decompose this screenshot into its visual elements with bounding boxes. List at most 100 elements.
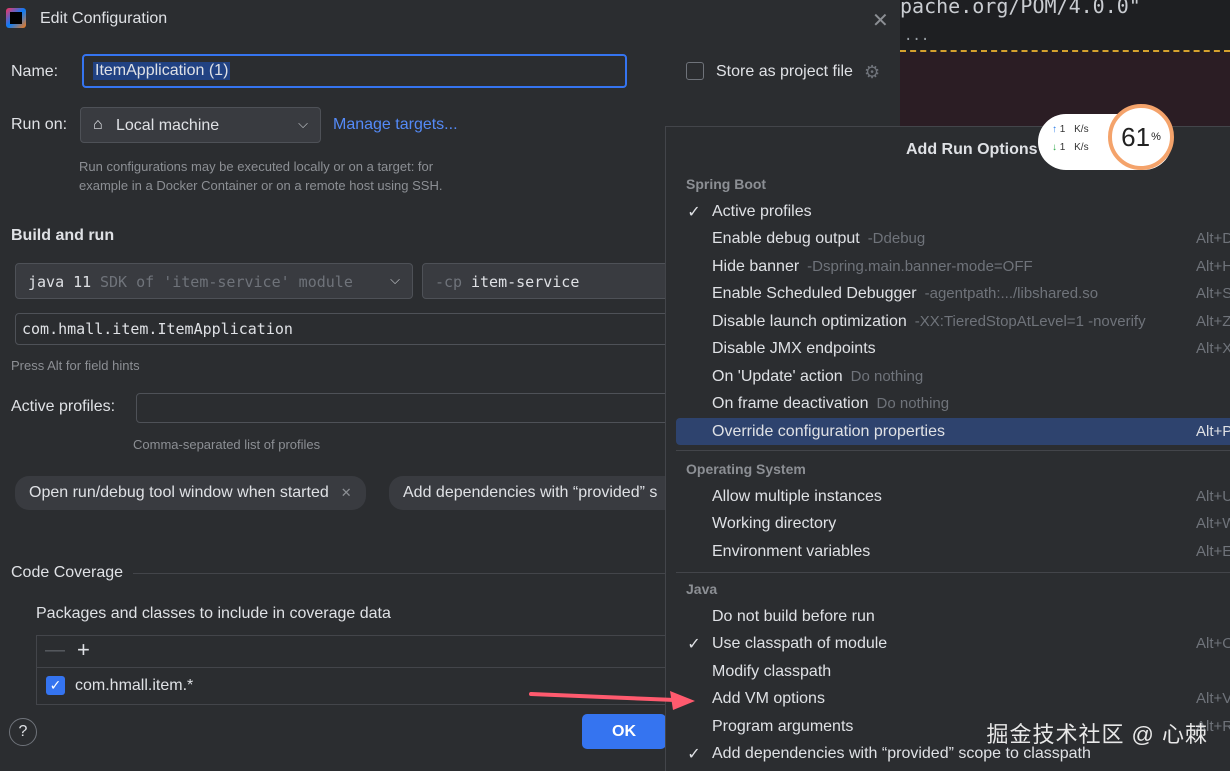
jdk-select[interactable]: java 11 SDK of 'item-service' module ⌵ <box>15 263 413 299</box>
run-option-item[interactable]: ✓ Active profiles <box>676 198 1230 225</box>
run-option-label: Disable JMX endpoints <box>712 339 876 357</box>
packages-label: Packages and classes to include in cover… <box>36 605 391 622</box>
run-option-label: Override configuration properties <box>712 422 946 440</box>
run-option-item[interactable]: Override configuration properties Alt+P <box>676 418 1230 445</box>
run-option-hint: Do nothing <box>876 395 950 412</box>
run-option-item[interactable]: Disable launch optimization -XX:TieredSto… <box>676 308 1230 335</box>
run-option-hint: -XX:TieredStopAtLevel=1 -noverify <box>914 313 1146 330</box>
name-label: Name: <box>11 63 59 80</box>
run-option-shortcut: Alt+X <box>1196 340 1230 357</box>
close-icon[interactable]: ✕ <box>341 485 352 501</box>
manage-targets-link[interactable]: Manage targets... <box>333 116 458 134</box>
run-on-hint-2: example in a Docker Container or on a re… <box>79 178 443 193</box>
editor-code-line: pache.org/POM/4.0.0" <box>900 0 1141 18</box>
run-option-item[interactable]: Add VM options Alt+V <box>676 685 1230 712</box>
network-speed-widget: ↑ 1 K/s ↓ 1 K/s 61% <box>1038 104 1174 170</box>
main-class-value: com.hmall.item.ItemApplication <box>22 320 293 338</box>
run-option-label: On frame deactivation <box>712 394 869 412</box>
run-option-shortcut: Alt+H <box>1196 258 1230 275</box>
run-option-item[interactable]: ✓ Use classpath of module Alt+O <box>676 630 1230 657</box>
download-unit: K/s <box>1074 142 1089 153</box>
chip-add-dependencies[interactable]: Add dependencies with “provided” s <box>389 476 689 510</box>
run-option-hint: Do nothing <box>850 368 924 385</box>
field-hints-text: Press Alt for field hints <box>11 358 140 373</box>
run-option-item[interactable]: Allow multiple instances Alt+U <box>676 483 1230 510</box>
chip-add-dependencies-label: Add dependencies with “provided” s <box>403 484 658 501</box>
run-option-hint: -agentpath:.../libshared.so <box>924 285 1099 302</box>
classpath-value: item-service <box>471 273 580 291</box>
plus-icon[interactable]: + <box>77 637 90 663</box>
upload-speed: 1 <box>1059 124 1066 135</box>
run-option-label: Working directory <box>712 514 837 532</box>
run-on-label: Run on: <box>11 116 68 133</box>
run-on-value: Local machine <box>116 117 220 134</box>
gear-icon[interactable]: ⚙ <box>864 62 880 83</box>
run-option-label: Disable launch optimization <box>712 312 907 330</box>
add-run-options-popup: Add Run Options Spring Boot Operating Sy… <box>665 126 1230 771</box>
packages-toolbar-divider <box>37 667 687 668</box>
run-option-item[interactable]: Disable JMX endpoints Alt+X <box>676 335 1230 362</box>
run-option-item[interactable]: Environment variables Alt+E <box>676 538 1230 565</box>
store-as-project-checkbox[interactable] <box>686 62 704 80</box>
package-checkbox[interactable]: ✓ <box>46 676 65 695</box>
chevron-down-icon: ⌵ <box>390 272 400 287</box>
run-option-shortcut: Alt+Z <box>1196 313 1230 330</box>
download-speed: 1 <box>1059 142 1066 153</box>
active-profiles-hint: Comma-separated list of profiles <box>133 437 321 452</box>
run-option-item[interactable]: Hide banner -Dspring.main.banner-mode=OFF… <box>676 253 1230 280</box>
run-option-shortcut: Alt+E <box>1196 543 1230 560</box>
upload-arrow-icon: ↑ <box>1052 124 1057 135</box>
group-operating-system: Operating System <box>686 461 806 477</box>
download-arrow-icon: ↓ <box>1052 142 1057 153</box>
run-option-item[interactable]: Working directory Alt+W <box>676 510 1230 537</box>
run-option-item[interactable]: Do not build before run <box>676 603 1230 630</box>
run-option-item[interactable]: Enable Scheduled Debugger -agentpath:.../… <box>676 280 1230 307</box>
name-field-value: ItemApplication (1) <box>93 62 231 80</box>
ok-button[interactable]: OK <box>582 714 666 749</box>
run-option-shortcut: Alt+D <box>1196 230 1230 247</box>
group-divider <box>676 572 1230 573</box>
run-option-label: Hide banner <box>712 257 800 275</box>
run-on-select[interactable]: ⌂ Local machine ⌵ <box>80 107 321 143</box>
chevron-down-icon: ⌵ <box>298 116 308 131</box>
build-and-run-heading: Build and run <box>11 227 115 244</box>
editor-fold-marker: ... <box>904 28 930 44</box>
annotation-arrow <box>529 691 695 710</box>
active-profiles-field[interactable] <box>136 393 686 423</box>
run-option-shortcut: Alt+P <box>1196 423 1230 440</box>
run-option-label: Environment variables <box>712 542 871 560</box>
check-icon: ✓ <box>687 745 701 763</box>
run-option-label: Add VM options <box>712 689 825 707</box>
editor-dashed-underline <box>900 50 1230 52</box>
minus-icon[interactable]: — <box>45 639 65 662</box>
main-class-field[interactable]: com.hmall.item.ItemApplication <box>15 313 685 345</box>
run-option-shortcut: Alt+O <box>1196 635 1230 652</box>
chip-open-tool-window-label: Open run/debug tool window when started <box>29 484 329 501</box>
run-option-hint: -Dspring.main.banner-mode=OFF <box>807 258 1033 275</box>
group-java: Java <box>686 581 718 597</box>
name-field[interactable]: ItemApplication (1) <box>82 54 627 88</box>
help-button[interactable]: ? <box>9 718 37 746</box>
close-icon[interactable]: ✕ <box>872 8 889 33</box>
memory-gauge: 61% <box>1108 104 1174 170</box>
editor-background: pache.org/POM/4.0.0" ... <box>900 0 1230 130</box>
chip-open-tool-window[interactable]: Open run/debug tool window when started … <box>15 476 366 510</box>
run-option-label: Enable Scheduled Debugger <box>712 284 917 302</box>
run-option-item[interactable]: Modify classpath <box>676 658 1230 685</box>
upload-unit: K/s <box>1074 124 1089 135</box>
run-option-shortcut: Alt+V <box>1196 690 1230 707</box>
classpath-select[interactable]: -cp item-service <box>422 263 682 299</box>
jdk-value: java 11 <box>28 273 92 291</box>
dialog-title: Edit Configuration <box>40 10 168 27</box>
popup-title: Add Run Options <box>906 141 1038 158</box>
run-option-shortcut: Alt+S <box>1196 285 1230 302</box>
run-option-item[interactable]: On 'Update' action Do nothing <box>676 363 1230 390</box>
run-option-hint: -Ddebug <box>867 230 926 247</box>
run-option-item[interactable]: On frame deactivation Do nothing <box>676 390 1230 417</box>
gauge-percent-sign: % <box>1151 131 1161 143</box>
group-spring-boot: Spring Boot <box>686 176 767 192</box>
run-option-label: Do not build before run <box>712 607 875 625</box>
home-icon: ⌂ <box>93 116 103 133</box>
run-option-item[interactable]: Enable debug output -Ddebug Alt+D <box>676 225 1230 252</box>
code-coverage-heading: Code Coverage <box>11 564 124 581</box>
